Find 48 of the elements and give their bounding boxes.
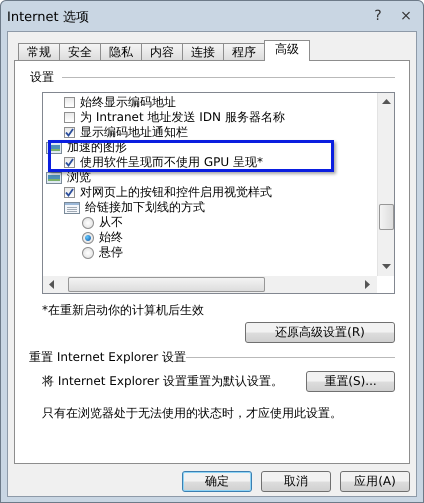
scroll-left-icon[interactable] (49, 280, 55, 289)
restart-note: *在重新启动你的计算机后生效 (42, 302, 205, 319)
help-button[interactable]: ? (367, 8, 389, 24)
checkbox[interactable] (64, 127, 75, 138)
restore-button[interactable]: 还原高级设置(R) (245, 322, 395, 343)
tab[interactable]: 安全 (59, 43, 101, 60)
radio-button[interactable] (82, 246, 94, 258)
scroll-thumb[interactable] (378, 204, 394, 230)
monitor-icon (46, 172, 62, 184)
reset-description: 将 Internet Explorer 设置重置为默认设置。 (42, 373, 284, 390)
close-button[interactable]: × (395, 8, 417, 24)
radio-button[interactable] (82, 216, 94, 228)
reset-warning: 只有在浏览器处于无法使用的状态时，才应使用此设置。 (42, 405, 343, 422)
tab[interactable]: 内容 (141, 43, 183, 60)
reset-button[interactable]: 重置(S)... (306, 371, 395, 392)
scroll-up-icon[interactable] (382, 99, 390, 105)
checkbox[interactable] (64, 187, 75, 198)
tab[interactable]: 程序 (223, 43, 265, 60)
window-title: Internet 选项 (7, 9, 90, 26)
dialog-button[interactable]: 取消 (261, 471, 331, 492)
checkbox[interactable] (64, 157, 75, 168)
section-title: 重置 Internet Explorer 设置 (29, 349, 186, 366)
scroll-down-icon[interactable] (382, 264, 390, 270)
option-label: 浏览 (67, 169, 91, 186)
option-label: 始终 (99, 229, 123, 246)
tab[interactable]: 常规 (18, 43, 60, 60)
vertical-scrollbar[interactable] (377, 93, 394, 276)
dialog-button[interactable]: 确定 (182, 471, 252, 492)
checkbox[interactable] (64, 97, 75, 108)
option-label: 显示编码地址通知栏 (80, 124, 188, 141)
scroll-right-icon[interactable] (365, 280, 371, 289)
scroll-thumb[interactable] (68, 277, 265, 292)
horizontal-scrollbar[interactable] (43, 276, 377, 293)
option-label: 给链接加下划线的方式 (85, 199, 205, 216)
option-label: 悬停 (99, 244, 123, 261)
radio-button[interactable] (82, 232, 94, 244)
option-label: 对网页上的按钮和控件启用视觉样式 (80, 184, 272, 200)
tab[interactable]: 高级 (264, 40, 310, 61)
list-icon (64, 202, 80, 214)
section-title: 设置 (30, 69, 54, 86)
option-label: 使用软件呈现而不使用 GPU 呈现* (80, 154, 263, 171)
tab[interactable]: 隐私 (100, 43, 142, 60)
option-label: 从不 (99, 214, 123, 231)
option-label: 为 Intranet 地址发送 IDN 服务器名称 (80, 109, 285, 126)
tab[interactable]: 连接 (182, 43, 224, 60)
option-label: 始终显示编码地址 (80, 94, 176, 111)
dialog-button[interactable]: 应用(A) (340, 471, 410, 492)
checkbox[interactable] (64, 112, 75, 123)
